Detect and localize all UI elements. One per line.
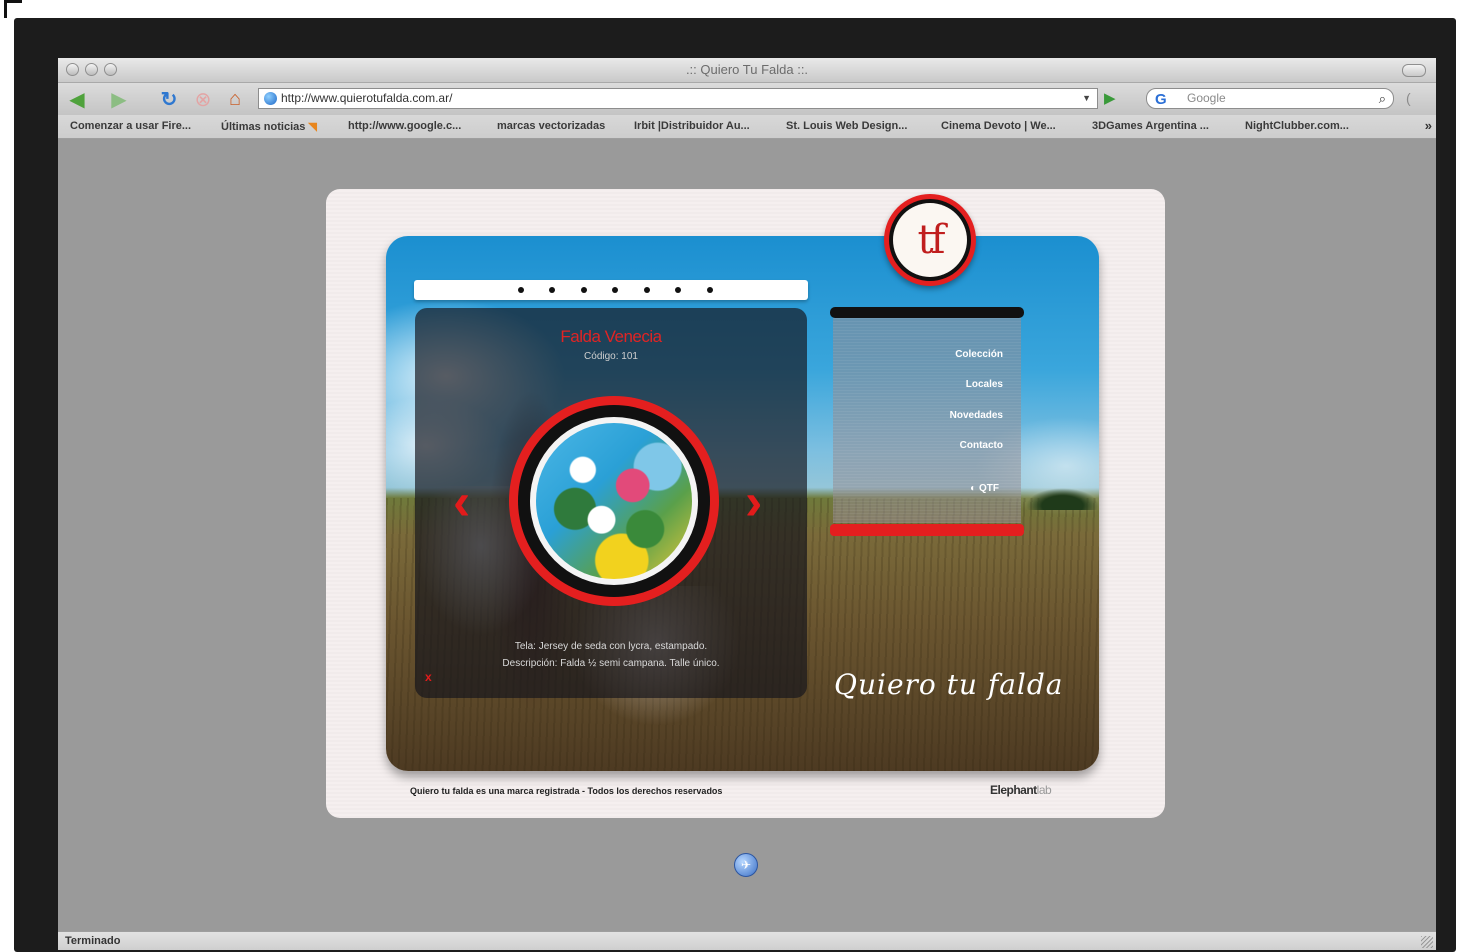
product-desc-line: Descripción: Falda ½ semi campana. Talle… (502, 658, 720, 669)
bookmark-item[interactable]: http://www.google.c... (348, 120, 461, 132)
carousel-dot[interactable] (549, 287, 555, 293)
resize-grip-icon[interactable] (1421, 936, 1433, 948)
fabric-swatch-image (536, 423, 692, 579)
qtf-label: QTF (979, 483, 999, 494)
credit-light: lab (1036, 783, 1052, 797)
menu-item-locales[interactable]: Locales (966, 379, 1003, 390)
swatch-ring-inner (518, 405, 710, 597)
close-panel-button[interactable]: x (425, 670, 432, 684)
footer-copyright: Quiero tu falda es una marca registrada … (410, 786, 723, 796)
trees (1026, 488, 1099, 510)
hero-photo: Falda Venecia Código: 101 ‹ › Tela: Jers… (386, 236, 1099, 771)
search-input[interactable]: G Google ⌕ (1146, 88, 1394, 109)
tf-logo-ring: tf (889, 199, 971, 281)
bookmark-item[interactable]: Comenzar a usar Fire... (70, 120, 191, 132)
bookmark-item[interactable]: Últimas noticias ◥ (221, 120, 317, 133)
bookmark-item[interactable]: Cinema Devoto | We... (941, 120, 1056, 132)
product-panel: Falda Venecia Código: 101 ‹ › Tela: Jers… (415, 308, 807, 698)
rss-feed-icon: ◥ (308, 121, 317, 133)
bookmarks-toolbar: Comenzar a usar Fire... Últimas noticias… (58, 115, 1436, 139)
address-bar[interactable]: http://www.quierotufalda.com.ar/ ▼ (258, 88, 1098, 109)
bookmark-item[interactable]: NightClubber.com... (1245, 120, 1349, 132)
credit-main: Elephant (990, 783, 1037, 797)
browser-window: .:: Quiero Tu Falda ::. ◀ ▶ ↻ ⊗ ⌂ http:/… (58, 58, 1436, 950)
reload-icon[interactable]: ↻ (156, 87, 182, 111)
tf-logo-badge[interactable]: tf (884, 194, 976, 286)
menu-item-contacto[interactable]: Contacto (960, 440, 1003, 451)
carousel-dots-bar (414, 280, 808, 300)
window-title: .:: Quiero Tu Falda ::. (685, 62, 809, 77)
status-bar: Terminado (58, 931, 1436, 950)
title-bar: .:: Quiero Tu Falda ::. (58, 58, 1436, 83)
bookmark-item[interactable]: 3DGames Argentina ... (1092, 120, 1209, 132)
site-card: Falda Venecia Código: 101 ‹ › Tela: Jers… (326, 189, 1165, 818)
go-button[interactable]: ▶ (1104, 89, 1120, 107)
site-menu: Colección Locales Novedades Contacto ◐ Q… (833, 318, 1021, 523)
toolbar-extra-icon[interactable]: ( (1406, 90, 1411, 106)
carousel-dot[interactable] (518, 287, 524, 293)
product-fabric-line: Tela: Jersey de seda con lycra, estampad… (514, 641, 708, 652)
bookmark-item[interactable]: marcas vectorizadas (497, 120, 605, 132)
site-favicon-icon (264, 92, 277, 105)
tf-logo-letters: tf (917, 217, 946, 263)
url-dropdown-icon[interactable]: ▼ (1082, 89, 1091, 108)
corner-crop-mark (4, 0, 22, 18)
tf-logo-face: tf (893, 203, 967, 277)
url-text: http://www.quierotufalda.com.ar/ (281, 91, 453, 105)
monitor-frame: .:: Quiero Tu Falda ::. ◀ ▶ ↻ ⊗ ⌂ http:/… (14, 18, 1456, 952)
next-arrow-icon[interactable]: › (745, 476, 762, 528)
menu-item-coleccion[interactable]: Colección (955, 349, 1003, 360)
carousel-dot[interactable] (675, 287, 681, 293)
menu-top-bar (830, 307, 1024, 318)
brand-script-logo: Quiero tu falda (834, 668, 1064, 701)
qtf-toggle[interactable]: ◐ QTF (970, 483, 999, 494)
google-icon[interactable]: G (1155, 90, 1167, 109)
bookmarks-overflow-button[interactable]: » (1425, 118, 1432, 133)
carousel-dot[interactable] (707, 287, 713, 293)
product-code: Código: 101 (584, 351, 638, 362)
loading-plugin-icon[interactable]: ✈ (734, 853, 758, 877)
carousel-dot[interactable] (581, 287, 587, 293)
carousel-dot[interactable] (612, 287, 618, 293)
designer-credit[interactable]: Elephantlab (990, 783, 1052, 797)
navigation-toolbar: ◀ ▶ ↻ ⊗ ⌂ http://www.quierotufalda.com.a… (58, 83, 1436, 115)
stop-icon[interactable]: ⊗ (190, 87, 216, 111)
back-arrow-icon[interactable]: ◀ (64, 87, 90, 111)
swatch-ring-white (530, 417, 698, 585)
menu-bottom-bar (830, 524, 1024, 536)
bookmark-item[interactable]: Irbit |Distribuidor Au... (634, 120, 750, 132)
forward-arrow-icon[interactable]: ▶ (106, 87, 132, 111)
product-description: Tela: Jersey de seda con lycra, estampad… (415, 638, 807, 672)
magnifier-icon[interactable]: ⌕ (1379, 89, 1386, 108)
home-icon[interactable]: ⌂ (222, 87, 248, 111)
product-name: Falda Venecia (560, 327, 662, 346)
bookmark-label: Últimas noticias (221, 121, 306, 133)
search-placeholder: Google (1187, 91, 1226, 105)
carousel-dot[interactable] (644, 287, 650, 293)
prev-arrow-icon[interactable]: ‹ (453, 476, 470, 528)
bookmark-item[interactable]: St. Louis Web Design... (786, 120, 907, 132)
fabric-swatch-ring[interactable] (509, 396, 719, 606)
status-text: Terminado (65, 935, 121, 947)
toolbar-toggle-button[interactable] (1402, 64, 1426, 77)
menu-item-novedades[interactable]: Novedades (950, 410, 1003, 421)
speaker-icon: ◐ (970, 483, 977, 494)
